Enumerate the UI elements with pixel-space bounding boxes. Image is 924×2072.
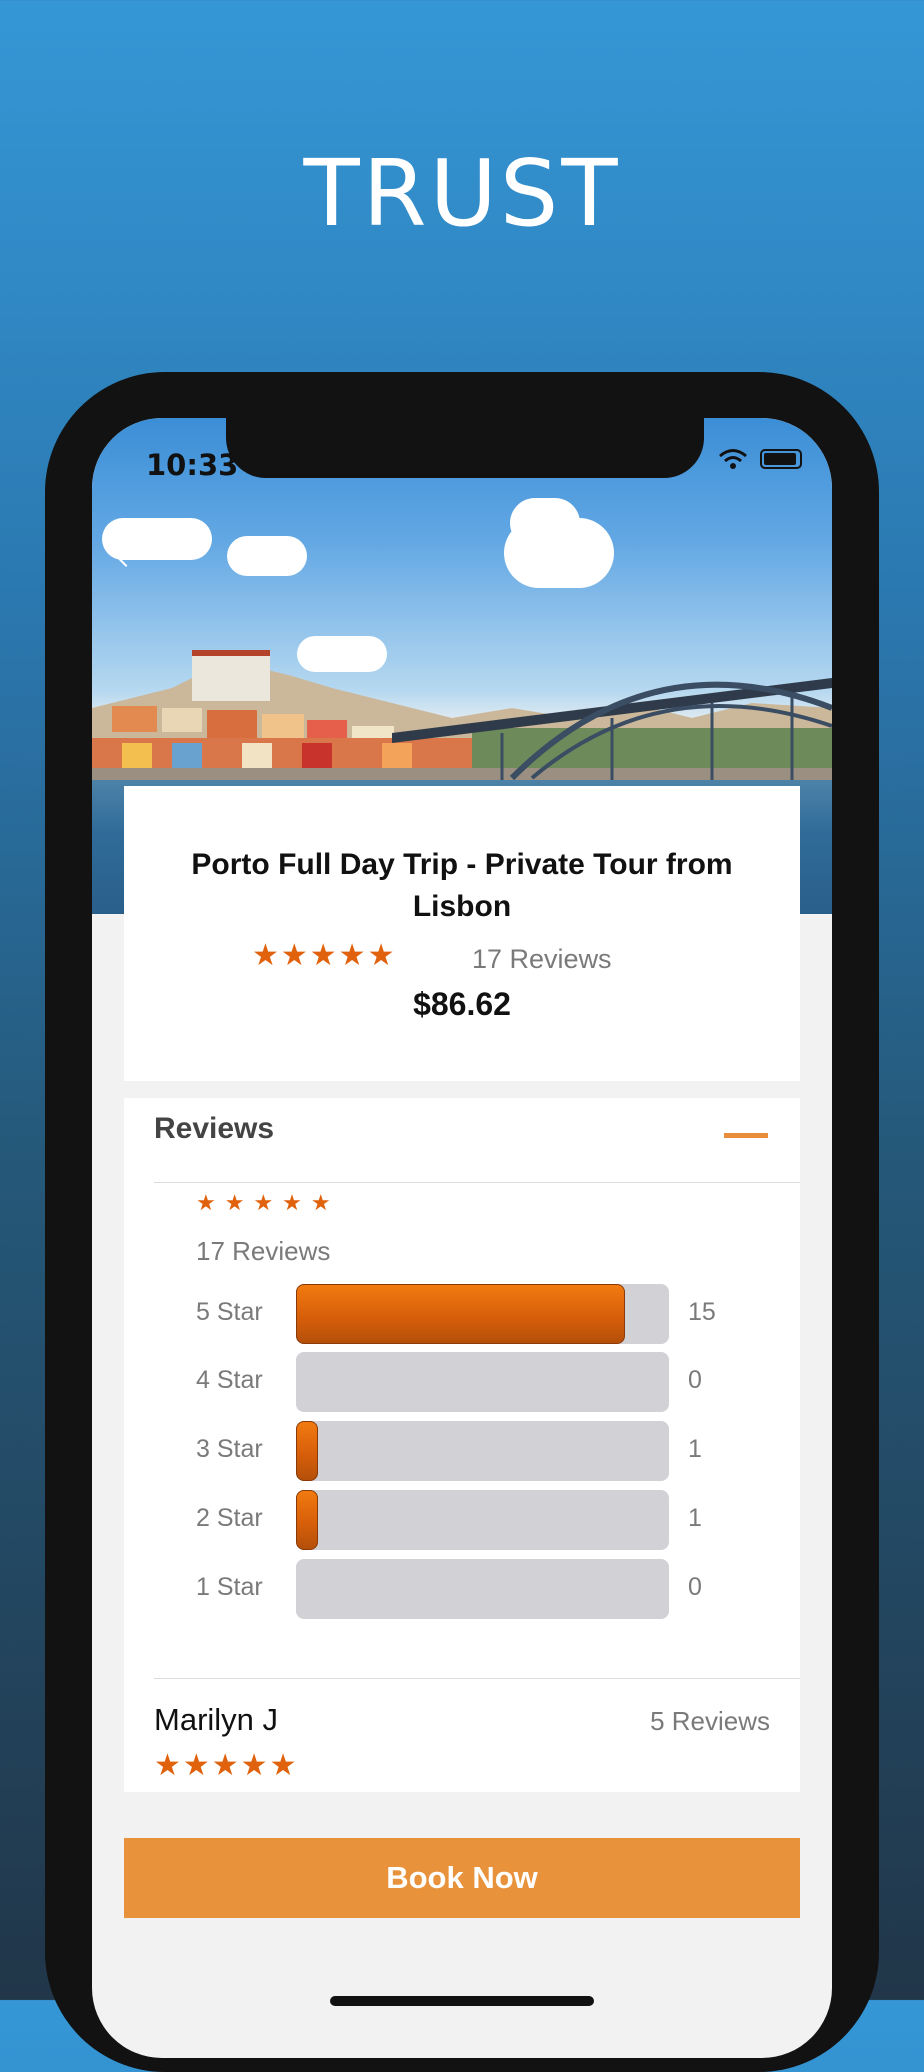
rating-count: 15 (688, 1298, 716, 1326)
rating-bar-track (296, 1559, 669, 1619)
rating-count: 1 (688, 1435, 702, 1463)
tour-title: Porto Full Day Trip - Private Tour from … (191, 848, 733, 923)
reviewer-reviews-count: 5 Reviews (650, 1706, 770, 1736)
home-indicator (330, 1996, 594, 2006)
rating-row-3: 3 Star 1 (196, 1421, 756, 1481)
phone-notch (226, 418, 704, 478)
rating-count: 0 (688, 1366, 702, 1394)
tour-reviews-count[interactable]: 17 Reviews (472, 944, 612, 975)
rating-bar-track (296, 1352, 669, 1412)
rating-label: 2 Star (196, 1504, 263, 1532)
reviewer-stars: ★★★★★ (154, 1749, 299, 1782)
summary-stars: ★★★★★ (196, 1190, 340, 1215)
rating-bar-fill (296, 1284, 626, 1344)
divider (154, 1182, 800, 1183)
rating-count: 1 (688, 1504, 702, 1532)
porto-cityscape (92, 650, 832, 793)
rating-bar-track (296, 1490, 669, 1550)
rating-bar-track (296, 1421, 669, 1481)
divider (154, 1678, 800, 1679)
rating-bar-fill (296, 1490, 318, 1550)
tour-price: $86.62 (413, 986, 511, 1022)
rating-bar-fill (296, 1421, 318, 1481)
rating-label: 4 Star (196, 1366, 263, 1394)
rating-row-1: 1 Star 0 (196, 1559, 756, 1619)
reviews-card: Reviews ★★★★★ 17 Reviews 5 Star 15 4 Sta… (124, 1098, 800, 1792)
book-now-button[interactable]: Book Now (124, 1838, 800, 1918)
status-icons (718, 448, 802, 470)
rating-row-2: 2 Star 1 (196, 1490, 756, 1550)
battery-icon (760, 449, 802, 469)
rating-bar-track (296, 1284, 669, 1344)
tour-info-card: Porto Full Day Trip - Private Tour from … (124, 786, 800, 1081)
rating-label: 1 Star (196, 1573, 263, 1601)
rating-label: 5 Star (196, 1298, 263, 1326)
status-time: 10:33 (146, 448, 239, 482)
rating-row-4: 4 Star 0 (196, 1352, 756, 1412)
rating-count: 0 (688, 1573, 702, 1601)
wifi-icon (719, 449, 747, 469)
tour-rating-stars: ★★★★★ (252, 939, 397, 972)
phone-screen: 10:33 Porto Full Day Trip - Private Tour… (92, 418, 832, 2058)
rating-row-5: 5 Star 15 (196, 1284, 756, 1344)
collapse-minus-icon[interactable] (724, 1133, 768, 1138)
reviewer-name[interactable]: Marilyn J (154, 1702, 278, 1738)
reviews-heading: Reviews (154, 1112, 275, 1145)
rating-label: 3 Star (196, 1435, 263, 1463)
summary-reviews-count: 17 Reviews (196, 1236, 331, 1266)
headline: TRUST (303, 140, 621, 247)
